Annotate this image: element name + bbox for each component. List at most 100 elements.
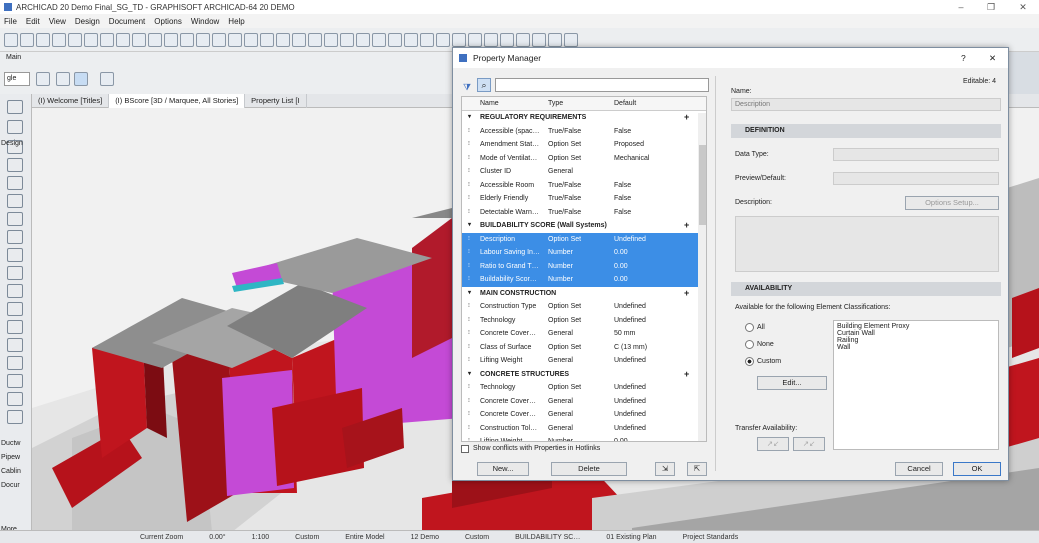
toolbar-icon[interactable]	[372, 33, 386, 47]
toolbar-icon[interactable]	[292, 33, 306, 47]
menu-design[interactable]: Design	[75, 17, 100, 26]
tool-icon[interactable]	[7, 356, 23, 370]
toolbar-icon[interactable]	[20, 33, 34, 47]
status-item[interactable]: Current Zoom	[140, 534, 183, 541]
minimize-button[interactable]: –	[946, 0, 976, 14]
property-row[interactable]: ⁝ Ratio to Grand T… Number 0.00	[462, 259, 706, 274]
drag-handle-icon[interactable]: ⁝	[468, 138, 470, 152]
toolbar-icon[interactable]	[452, 33, 466, 47]
view-tab[interactable]: (I) BScore [3D / Marquee, All Stories]	[109, 94, 246, 108]
menu-edit[interactable]: Edit	[26, 17, 40, 26]
edit-classifications-button[interactable]: Edit...	[757, 376, 827, 390]
layer-select[interactable]: gle	[4, 72, 30, 86]
toolbar-icon[interactable]	[244, 33, 258, 47]
tool-icon[interactable]	[7, 120, 23, 134]
drag-handle-icon[interactable]: ⁝	[468, 152, 470, 166]
toolbar-icon[interactable]	[468, 33, 482, 47]
tool-icon[interactable]	[7, 392, 23, 406]
property-row[interactable]: ⁝ Class of Surface Option Set C (13 mm)	[462, 341, 706, 355]
status-item[interactable]: Custom	[295, 534, 319, 541]
filter-icon[interactable]: ⧩	[463, 82, 471, 93]
help-button[interactable]: ?	[961, 48, 966, 68]
new-button[interactable]: New...	[477, 462, 529, 476]
tool-icon[interactable]	[7, 100, 23, 114]
view-tab[interactable]: (I) Welcome [Titles]	[32, 94, 110, 108]
drag-handle-icon[interactable]: ⁝	[468, 327, 470, 341]
tool-icon[interactable]	[7, 410, 23, 424]
dialog-close-button[interactable]: ✕	[989, 48, 996, 68]
redo-icon[interactable]	[56, 72, 70, 86]
close-window-button[interactable]: ✕	[1008, 0, 1038, 14]
property-row[interactable]: ⁝ Construction Type Option Set Undefined	[462, 300, 706, 314]
property-row[interactable]: ⁝ Lifting Weight Number 0.00	[462, 435, 706, 441]
drag-handle-icon[interactable]: ⁝	[468, 273, 470, 287]
show-conflicts-checkbox[interactable]	[461, 445, 469, 453]
column-name[interactable]: Name	[480, 97, 546, 111]
toolbar-icon[interactable]	[260, 33, 274, 47]
drag-handle-icon[interactable]: ⁝	[468, 246, 470, 260]
view-tab[interactable]: Property List [I	[245, 94, 307, 108]
status-item[interactable]: Custom	[465, 534, 489, 541]
classification-item[interactable]: Curtain Wall	[837, 330, 995, 337]
add-property-icon[interactable]: +	[684, 368, 689, 382]
toolbar-icon[interactable]	[564, 33, 578, 47]
classification-item[interactable]: Wall	[837, 344, 995, 351]
drag-handle-icon[interactable]: ⁝	[468, 260, 470, 274]
toolbar-icon[interactable]	[36, 33, 50, 47]
property-row[interactable]: ⁝ Accessible (spac… True/False False	[462, 125, 706, 139]
toolbar-icon[interactable]	[404, 33, 418, 47]
menu-help[interactable]: Help	[228, 17, 244, 26]
delete-button[interactable]: Delete	[551, 462, 627, 476]
search-input[interactable]	[495, 78, 709, 92]
property-row[interactable]: ⁝ Description Option Set Undefined	[462, 232, 706, 246]
drag-handle-icon[interactable]: ⁝	[468, 341, 470, 355]
property-group[interactable]: ▾ REGULATORY REQUIREMENTS +	[462, 111, 706, 125]
property-group[interactable]: ▾ BUILDABILITY SCORE (Wall Systems) +	[462, 219, 706, 233]
property-row[interactable]: ⁝ Technology Option Set Undefined	[462, 381, 706, 395]
add-property-icon[interactable]: +	[684, 111, 689, 125]
toolbar-icon[interactable]	[148, 33, 162, 47]
drag-handle-icon[interactable]: ⁝	[468, 206, 470, 220]
property-row[interactable]: ⁝ Construction Tol… General Undefined	[462, 422, 706, 436]
status-item[interactable]: 1:100	[252, 534, 270, 541]
options-setup-button[interactable]: Options Setup...	[905, 196, 999, 210]
collapse-icon[interactable]: ▾	[468, 287, 471, 301]
menu-options[interactable]: Options	[154, 17, 182, 26]
toolbar-icon[interactable]	[484, 33, 498, 47]
collapse-icon[interactable]: ▾	[468, 111, 471, 125]
search-icon[interactable]: ⌕	[477, 78, 491, 92]
tool-icon[interactable]	[7, 266, 23, 280]
name-field[interactable]: Description	[731, 98, 1001, 111]
property-group[interactable]: ▾ MAIN CONSTRUCTION +	[462, 287, 706, 301]
toolbar-icon[interactable]	[356, 33, 370, 47]
classification-item[interactable]: Building Element Proxy	[837, 323, 995, 330]
add-property-icon[interactable]: +	[684, 219, 689, 233]
toolbar-icon[interactable]	[500, 33, 514, 47]
orbit-icon[interactable]	[74, 72, 88, 86]
toolbar-icon[interactable]	[228, 33, 242, 47]
drag-handle-icon[interactable]: ⁝	[468, 314, 470, 328]
status-item[interactable]: Project Standards	[683, 534, 739, 541]
drag-handle-icon[interactable]: ⁝	[468, 354, 470, 368]
import-icon[interactable]: ⇲	[655, 462, 675, 476]
property-row[interactable]: ⁝ Detectable Warn… True/False False	[462, 206, 706, 220]
property-row[interactable]: ⁝ Elderly Friendly True/False False	[462, 192, 706, 206]
menu-file[interactable]: File	[4, 17, 17, 26]
description-field[interactable]	[735, 216, 999, 272]
toolbar-icon[interactable]	[388, 33, 402, 47]
status-item[interactable]: Entire Model	[345, 534, 384, 541]
property-row[interactable]: ⁝ Lifting Weight General Undefined	[462, 354, 706, 368]
toolbar-icon[interactable]	[132, 33, 146, 47]
toolbar-icon[interactable]	[180, 33, 194, 47]
property-row[interactable]: ⁝ Mode of Ventilat… Option Set Mechanical	[462, 152, 706, 166]
status-item[interactable]: 0.00°	[209, 534, 225, 541]
palette-label[interactable]: Design	[1, 140, 23, 147]
toolbar-icon[interactable]	[548, 33, 562, 47]
definition-section-header[interactable]: DEFINITION	[731, 124, 1001, 138]
property-row[interactable]: ⁝ Cluster ID General	[462, 165, 706, 179]
property-row[interactable]: ⁝ Amendment Stat… Option Set Proposed	[462, 138, 706, 152]
scrollbar-thumb[interactable]	[699, 145, 706, 225]
menu-document[interactable]: Document	[109, 17, 145, 26]
radio-none[interactable]	[745, 340, 754, 349]
drag-handle-icon[interactable]: ⁝	[468, 300, 470, 314]
